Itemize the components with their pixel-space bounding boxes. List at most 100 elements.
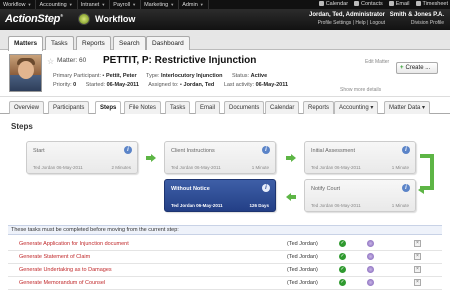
email-icon (388, 1, 394, 6)
tab-participants[interactable]: Participants (48, 101, 90, 114)
step-name: Initial Assessment (311, 148, 356, 154)
registered-icon: ® (60, 13, 63, 18)
calendar-link-label: Calendar (325, 1, 349, 7)
tab-email[interactable]: Email (195, 101, 221, 114)
contacts-link[interactable]: Contacts (354, 0, 383, 9)
tab-search[interactable]: Search (113, 36, 146, 50)
chevron-down-icon: ▾ (370, 105, 374, 111)
tab-matters[interactable]: Matters (8, 36, 44, 51)
flow-connector-icon (420, 154, 434, 190)
status-dot-icon[interactable] (367, 240, 374, 247)
close-icon[interactable]: × (414, 266, 421, 273)
user-name: Jordan, Ted, Administrator (308, 12, 385, 18)
user-info: Jordan, Ted, Administrator Profile Setti… (255, 12, 385, 26)
priority-value: 0 (73, 82, 77, 88)
menu-admin[interactable]: Admin ▼ (179, 0, 209, 9)
actionstep-logo[interactable]: ActionStep® (5, 13, 63, 25)
chevron-down-icon: ▼ (170, 2, 175, 7)
tab-tasks[interactable]: Tasks (45, 36, 74, 50)
info-icon[interactable]: i (402, 184, 410, 192)
last-activity-label: Last activity: (223, 82, 255, 88)
info-icon[interactable]: i (402, 146, 410, 154)
timesheet-link[interactable]: Timesheet (415, 0, 448, 9)
star-icon[interactable]: ☆ (47, 57, 54, 66)
menu-marketing[interactable]: Marketing ▼ (141, 0, 180, 9)
status-dot-icon[interactable] (367, 279, 374, 286)
complete-check-icon[interactable]: ✓ (339, 279, 346, 286)
tab-dashboard[interactable]: Dashboard (146, 36, 190, 50)
info-icon[interactable]: i (262, 184, 270, 192)
create-button-label: Create ... (405, 65, 431, 71)
step-notify-court[interactable]: Notify Court i Ted Jordan 06-May-2011 1 … (304, 179, 416, 212)
tab-accounting-label: Accounting (339, 105, 369, 111)
chevron-down-icon: ▼ (199, 2, 204, 7)
arrow-right-icon (146, 154, 156, 162)
task-link[interactable]: Generate Undertaking as to Damages (19, 267, 112, 273)
tab-accounting[interactable]: Accounting ▾ (334, 101, 379, 114)
profile-settings-link[interactable]: Profile Settings (318, 20, 352, 26)
tab-matter-data[interactable]: Matter Data ▾ (384, 101, 431, 114)
close-icon[interactable]: × (414, 253, 421, 260)
started-label: Started: (85, 82, 106, 88)
tab-documents[interactable]: Documents (224, 101, 265, 114)
task-list: Generate Application for Injunction docu… (8, 238, 442, 290)
create-button[interactable]: + Create ... (396, 62, 438, 74)
show-more-details-link[interactable]: Show more details (340, 87, 381, 93)
menu-workflow-label: Workflow (3, 2, 26, 8)
menu-intranet-label: Intranet (80, 2, 100, 8)
assigned-value[interactable]: Jordan, Ted (184, 82, 215, 88)
help-link[interactable]: Help (355, 20, 365, 26)
step-name: Without Notice (171, 186, 210, 192)
complete-check-icon[interactable]: ✓ (339, 253, 346, 260)
step-without-notice[interactable]: Without Notice i Ted Jordan 06-May-2011 … (164, 179, 276, 212)
logout-link[interactable]: Logout (370, 20, 385, 26)
complete-check-icon[interactable]: ✓ (339, 266, 346, 273)
step-duration: 126 Days (249, 203, 269, 208)
step-completed-by: Ted Jordan 06-May-2011 (171, 165, 221, 170)
step-duration: 1 Minute (251, 165, 269, 170)
menu-intranet[interactable]: Intranet ▼ (78, 0, 111, 9)
calendar-icon (318, 1, 324, 6)
division-profile-link[interactable]: Division Profile (390, 20, 444, 26)
edit-matter-link[interactable]: Edit Matter (365, 59, 389, 65)
task-link[interactable]: Generate Memorandum of Counsel (19, 280, 105, 286)
menu-workflow[interactable]: Workflow ▼ (0, 0, 37, 9)
status-dot-icon[interactable] (367, 266, 374, 273)
person-icon: ▪ (102, 73, 105, 79)
status-label: Status: (231, 73, 250, 79)
tab-file-notes[interactable]: File Notes (124, 101, 162, 114)
menu-payroll[interactable]: Payroll ▼ (110, 0, 142, 9)
step-initial-assessment[interactable]: Initial Assessment i Ted Jordan 06-May-2… (304, 141, 416, 174)
primary-value[interactable]: Pettit, Peter (106, 73, 137, 79)
type-value: Interlocutory Injunction (161, 73, 223, 79)
tab-reports[interactable]: Reports (76, 36, 111, 50)
step-client-instructions[interactable]: Client Instructions i Ted Jordan 06-May-… (164, 141, 276, 174)
contacts-icon (354, 1, 360, 6)
tasks-required-note: These tasks must be completed before mov… (8, 225, 442, 235)
steps-panel: Steps Start i Ted Jordan 06-May-2011 2 M… (0, 114, 450, 301)
tab-calendar[interactable]: Calendar (265, 101, 300, 114)
step-completed-by: Ted Jordan 06-May-2011 (311, 165, 361, 170)
tab-tasks-sub[interactable]: Tasks (165, 101, 191, 114)
menu-accounting-label: Accounting (39, 2, 67, 8)
tab-reports-sub[interactable]: Reports (303, 101, 335, 114)
info-icon[interactable]: i (124, 146, 132, 154)
close-icon[interactable]: × (414, 240, 421, 247)
tab-steps[interactable]: Steps (95, 101, 122, 115)
matter-summary: ☆ Matter: 60 PETTIT, P: Restrictive Inju… (0, 51, 450, 97)
tab-matter-data-label: Matter Data (389, 105, 421, 111)
tab-overview[interactable]: Overview (9, 101, 45, 114)
matter-details: Primary Participant: ▪ Pettit, Peter Typ… (53, 72, 288, 90)
close-icon[interactable]: × (414, 279, 421, 286)
step-name: Notify Court (311, 186, 341, 192)
calendar-link[interactable]: Calendar (318, 0, 349, 9)
status-dot-icon[interactable] (367, 253, 374, 260)
info-icon[interactable]: i (262, 146, 270, 154)
step-start[interactable]: Start i Ted Jordan 06-May-2011 2 Minutes (26, 141, 138, 174)
chevron-down-icon: ▼ (132, 2, 137, 7)
task-link[interactable]: Generate Statement of Claim (19, 254, 90, 260)
task-link[interactable]: Generate Application for Injunction docu… (19, 241, 129, 247)
complete-check-icon[interactable]: ✓ (339, 240, 346, 247)
email-link[interactable]: Email (388, 0, 410, 9)
menu-accounting[interactable]: Accounting ▼ (36, 0, 78, 9)
